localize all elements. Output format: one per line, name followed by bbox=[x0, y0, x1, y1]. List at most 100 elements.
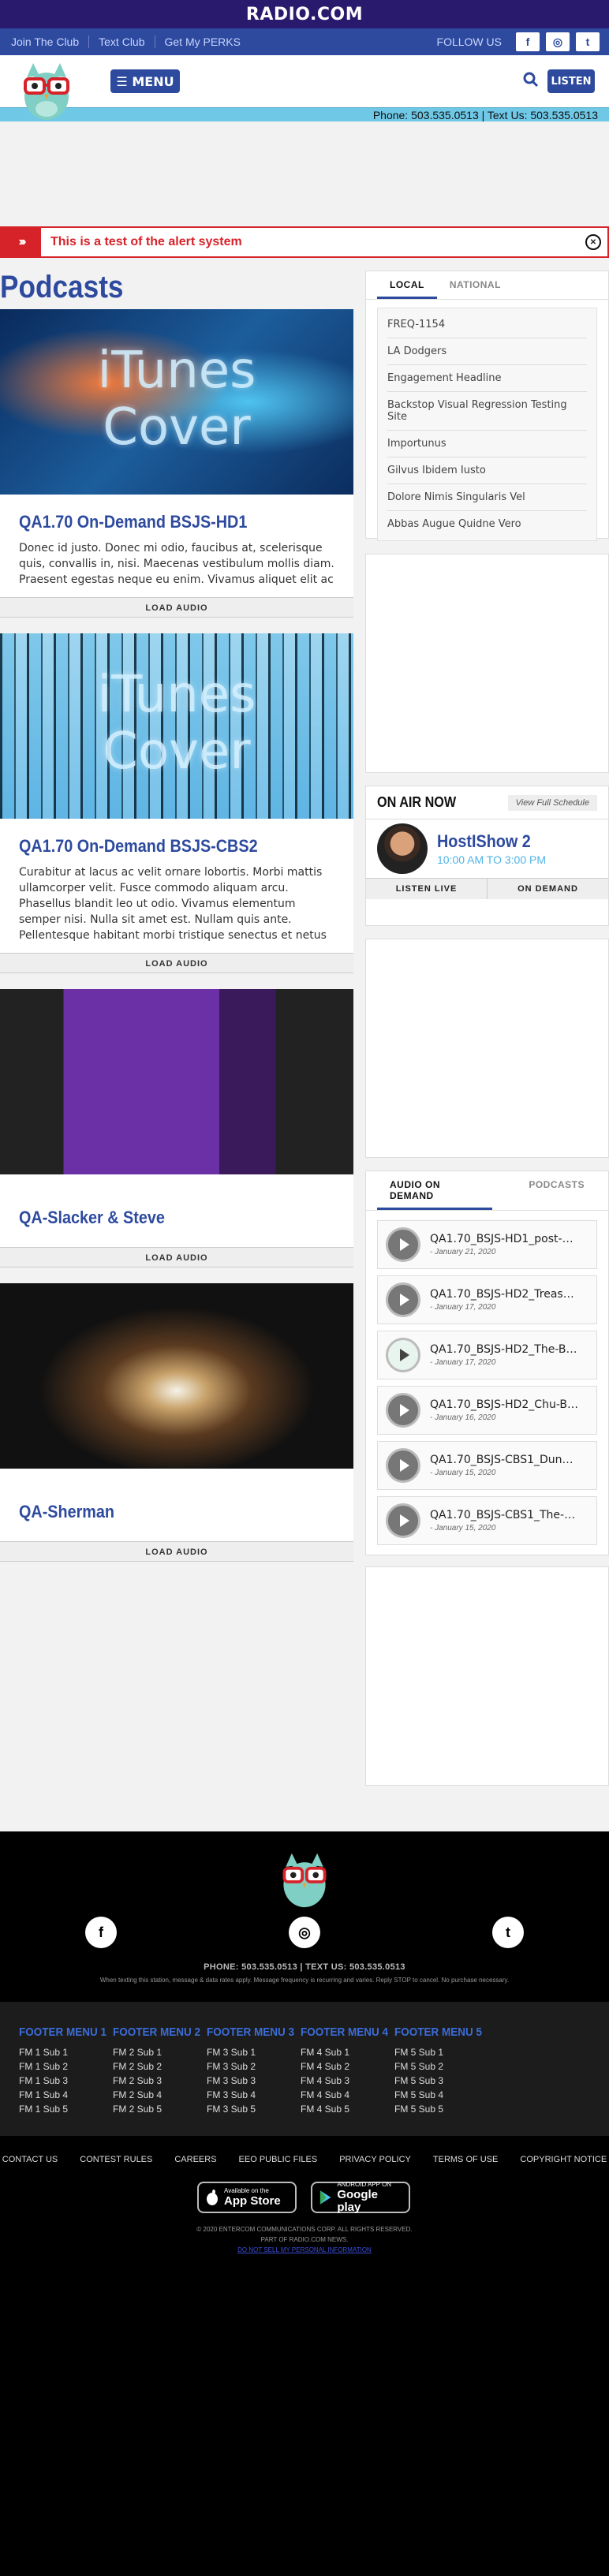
tab-local[interactable]: LOCAL bbox=[377, 279, 437, 299]
footer-menu-title[interactable]: FOOTER MENU 1 bbox=[19, 2025, 106, 2039]
audio-item[interactable]: QA1.70_BSJS-HD2_The-Bride... - January 17… bbox=[377, 1331, 597, 1379]
copyright-notice-link[interactable]: COPYRIGHT NOTICE bbox=[520, 2155, 607, 2164]
footer-menu-title[interactable]: FOOTER MENU 3 bbox=[207, 2025, 294, 2039]
podcast-description: Donec id justo. Donec mi odio, faucibus … bbox=[19, 542, 334, 586]
audio-item[interactable]: QA1.70_BSJS-CBS1_The-Cor... - January 15,… bbox=[377, 1496, 597, 1545]
google-play-icon bbox=[319, 2190, 331, 2205]
footer-menu-item[interactable]: FM 5 Sub 4 bbox=[394, 2088, 491, 2102]
footer-menu-item[interactable]: FM 2 Sub 5 bbox=[113, 2102, 210, 2116]
careers-link[interactable]: CAREERS bbox=[174, 2155, 216, 2164]
listen-button[interactable]: LISTEN bbox=[547, 69, 595, 93]
footer-menu-item[interactable]: FM 2 Sub 1 bbox=[113, 2045, 210, 2059]
audio-item[interactable]: QA1.70_BSJS-HD2_Treason-... - January 17,… bbox=[377, 1275, 597, 1324]
news-item[interactable]: FREQ-1154 bbox=[387, 312, 587, 338]
footer-menu-item[interactable]: FM 1 Sub 2 bbox=[19, 2059, 116, 2074]
news-widget: LOCAL NATIONAL FREQ-1154 LA Dodgers Enga… bbox=[365, 271, 609, 541]
google-play-button[interactable]: ANDROID APP ON Google play bbox=[311, 2181, 410, 2214]
facebook-icon[interactable]: f bbox=[516, 32, 540, 51]
podcast-title[interactable]: QA1.70 On-Demand BSJS-HD1 bbox=[19, 512, 303, 532]
podcast-artwork[interactable] bbox=[0, 1283, 353, 1469]
on-demand-button[interactable]: ON DEMAND bbox=[488, 879, 608, 899]
footer-menu-title[interactable]: FOOTER MENU 5 bbox=[394, 2025, 482, 2039]
footer-menu-item[interactable]: FM 3 Sub 2 bbox=[207, 2059, 304, 2074]
news-item[interactable]: Abbas Augue Quidne Vero bbox=[387, 511, 587, 537]
footer-menu-item[interactable]: FM 4 Sub 1 bbox=[301, 2045, 398, 2059]
owl-logo-icon[interactable] bbox=[19, 60, 74, 121]
get-my-perks-link[interactable]: Get My PERKS bbox=[155, 35, 250, 48]
footer-menu-item[interactable]: FM 2 Sub 2 bbox=[113, 2059, 210, 2074]
news-item[interactable]: LA Dodgers bbox=[387, 338, 587, 365]
twitter-icon[interactable]: t bbox=[576, 32, 600, 51]
close-icon[interactable]: ✕ bbox=[585, 234, 601, 250]
tab-audio-on-demand[interactable]: AUDIO ON DEMAND bbox=[377, 1179, 493, 1210]
footer-menu-item[interactable]: FM 5 Sub 3 bbox=[394, 2074, 491, 2088]
footer-menu-item[interactable]: FM 1 Sub 5 bbox=[19, 2102, 116, 2116]
twitter-icon[interactable]: t bbox=[492, 1917, 524, 1948]
load-audio-button[interactable]: LOAD AUDIO bbox=[0, 1541, 353, 1562]
contact-us-link[interactable]: CONTACT US bbox=[2, 2155, 58, 2164]
footer-menu-item[interactable]: FM 2 Sub 4 bbox=[113, 2088, 210, 2102]
footer-menu-item[interactable]: FM 5 Sub 5 bbox=[394, 2102, 491, 2116]
footer-menu-title[interactable]: FOOTER MENU 2 bbox=[113, 2025, 200, 2039]
footer-menu-item[interactable]: FM 3 Sub 4 bbox=[207, 2088, 304, 2102]
full-schedule-link[interactable]: View Full Schedule bbox=[507, 794, 597, 811]
footer-menu-item[interactable]: FM 1 Sub 4 bbox=[19, 2088, 116, 2102]
footer-menu-item[interactable]: FM 3 Sub 5 bbox=[207, 2102, 304, 2116]
listen-live-button[interactable]: LISTEN LIVE bbox=[366, 879, 488, 899]
join-the-club-link[interactable]: Join The Club bbox=[9, 35, 90, 48]
footer-menu-item[interactable]: FM 4 Sub 3 bbox=[301, 2074, 398, 2088]
terms-of-use-link[interactable]: TERMS OF USE bbox=[433, 2155, 499, 2164]
menu-button[interactable]: ☰ MENU bbox=[110, 69, 180, 93]
load-audio-button[interactable]: LOAD AUDIO bbox=[0, 1247, 353, 1267]
play-icon[interactable] bbox=[386, 1448, 420, 1483]
owl-logo-icon[interactable] bbox=[278, 1850, 331, 1909]
news-item[interactable]: Dolore Nimis Singularis Vel bbox=[387, 484, 587, 511]
instagram-icon[interactable]: ◎ bbox=[546, 32, 570, 51]
podcast-artwork[interactable] bbox=[0, 989, 353, 1174]
footer-menu-item[interactable]: FM 4 Sub 4 bbox=[301, 2088, 398, 2102]
load-audio-button[interactable]: LOAD AUDIO bbox=[0, 953, 353, 973]
podcast-title[interactable]: QA-Slacker & Steve bbox=[19, 1208, 303, 1228]
tab-national[interactable]: NATIONAL bbox=[437, 279, 514, 299]
copyright-text: © 2020 ENTERCOM COMMUNICATIONS CORP. ALL… bbox=[196, 2226, 413, 2233]
load-audio-button[interactable]: LOAD AUDIO bbox=[0, 597, 353, 618]
footer-menu-item[interactable]: FM 2 Sub 3 bbox=[113, 2074, 210, 2088]
contest-rules-link[interactable]: CONTEST RULES bbox=[80, 2155, 152, 2164]
play-icon[interactable] bbox=[386, 1227, 420, 1262]
footer-menu-item[interactable]: FM 3 Sub 3 bbox=[207, 2074, 304, 2088]
footer-menu-item[interactable]: FM 1 Sub 1 bbox=[19, 2045, 116, 2059]
instagram-icon[interactable]: ◎ bbox=[289, 1917, 320, 1948]
news-item[interactable]: Gilvus Ibidem Iusto bbox=[387, 457, 587, 484]
footer-menu-item[interactable]: FM 3 Sub 1 bbox=[207, 2045, 304, 2059]
tab-podcasts[interactable]: PODCASTS bbox=[516, 1179, 597, 1210]
footer-menu-item[interactable]: FM 1 Sub 3 bbox=[19, 2074, 116, 2088]
radio-com-logo[interactable]: RADIO.COM bbox=[246, 5, 363, 24]
play-icon[interactable] bbox=[386, 1393, 420, 1428]
footer-menu-item[interactable]: FM 4 Sub 2 bbox=[301, 2059, 398, 2074]
audio-item[interactable]: QA1.70_BSJS-CBS1_Dune-Cl... - January 15,… bbox=[377, 1441, 597, 1490]
show-name[interactable]: HostIShow 2 bbox=[437, 831, 535, 852]
play-icon[interactable] bbox=[386, 1338, 420, 1372]
podcast-title[interactable]: QA-Sherman bbox=[19, 1502, 303, 1522]
podcast-artwork[interactable]: iTunes Cover bbox=[0, 633, 353, 819]
footer-menu-item[interactable]: FM 5 Sub 1 bbox=[394, 2045, 491, 2059]
audio-item[interactable]: QA1.70_BSJS-HD2_Chu-Bu-a... - January 16,… bbox=[377, 1386, 597, 1435]
news-item[interactable]: Importunus bbox=[387, 431, 587, 457]
facebook-icon[interactable]: f bbox=[85, 1917, 117, 1948]
search-icon[interactable] bbox=[522, 71, 540, 88]
app-store-button[interactable]: Available on the App Store bbox=[197, 2182, 297, 2213]
footer-menu-item[interactable]: FM 5 Sub 2 bbox=[394, 2059, 491, 2074]
play-icon[interactable] bbox=[386, 1503, 420, 1538]
news-item[interactable]: Backstop Visual Regression Testing Site bbox=[387, 392, 587, 431]
text-club-link[interactable]: Text Club bbox=[89, 35, 155, 48]
eeo-public-files-link[interactable]: EEO PUBLIC FILES bbox=[239, 2155, 318, 2164]
audio-item[interactable]: QA1.70_BSJS-HD1_post-depl... - January 21… bbox=[377, 1220, 597, 1269]
podcast-artwork[interactable]: iTunes Cover bbox=[0, 309, 353, 495]
do-not-sell-link[interactable]: DO NOT SELL MY PERSONAL INFORMATION bbox=[0, 2245, 609, 2255]
news-item[interactable]: Engagement Headline bbox=[387, 365, 587, 392]
play-icon[interactable] bbox=[386, 1282, 420, 1317]
podcast-title[interactable]: QA1.70 On-Demand BSJS-CBS2 bbox=[19, 836, 303, 857]
footer-menu-title[interactable]: FOOTER MENU 4 bbox=[301, 2025, 388, 2039]
footer-menu-item[interactable]: FM 4 Sub 5 bbox=[301, 2102, 398, 2116]
privacy-policy-link[interactable]: PRIVACY POLICY bbox=[339, 2155, 411, 2164]
